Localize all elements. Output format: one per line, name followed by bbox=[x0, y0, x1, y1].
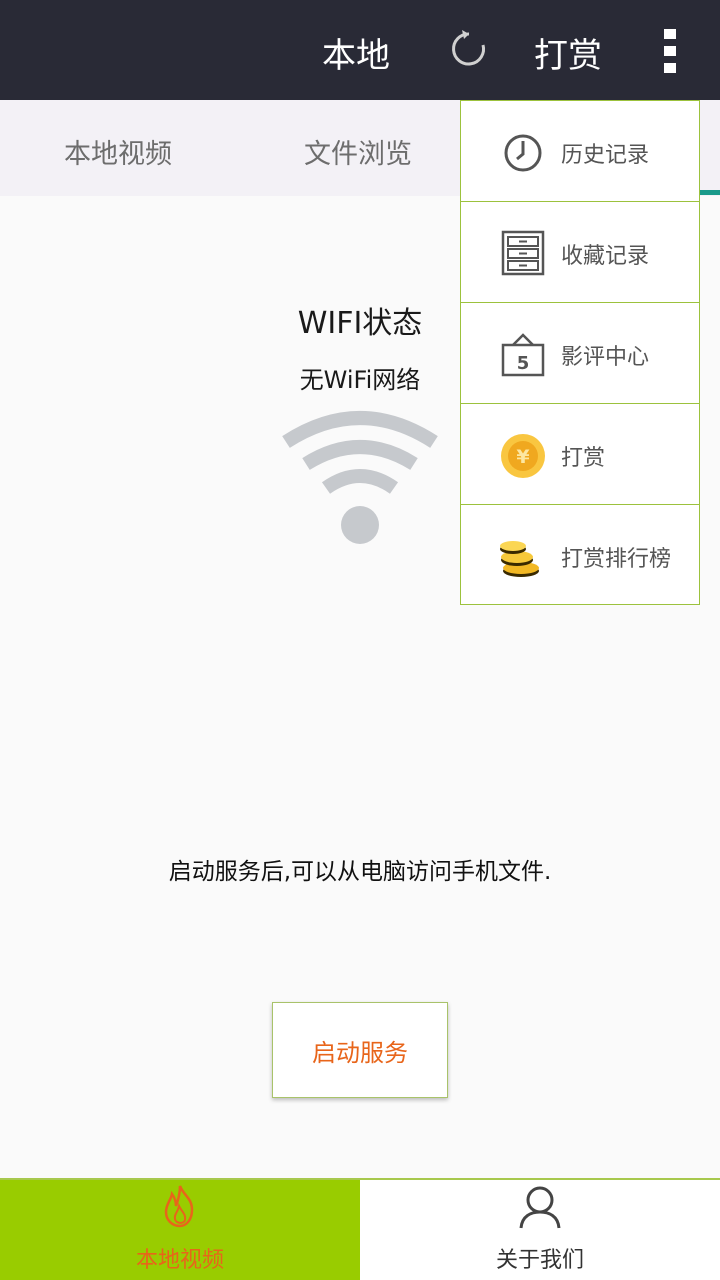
person-icon bbox=[519, 1186, 561, 1229]
menu-item-label: 打赏 bbox=[561, 446, 606, 471]
refresh-icon[interactable] bbox=[448, 28, 490, 70]
menu-item-reward-ranking[interactable]: 打赏排行榜 bbox=[461, 505, 699, 606]
bottom-nav: 本地视频 关于我们 bbox=[0, 1178, 720, 1280]
bottom-nav-label: 关于我们 bbox=[495, 1248, 584, 1273]
page-title: 本地 bbox=[322, 36, 390, 76]
menu-item-label: 影评中心 bbox=[561, 345, 650, 370]
yuan-glyph: ¥ bbox=[516, 446, 529, 468]
more-vertical-icon[interactable] bbox=[656, 28, 684, 74]
calendar-five-icon: 5 bbox=[501, 333, 545, 377]
menu-item-favorites[interactable]: 收藏记录 bbox=[461, 202, 699, 303]
tab-file-browse[interactable]: 文件浏览 bbox=[304, 132, 412, 171]
service-hint: 启动服务后,可以从电脑访问手机文件. bbox=[168, 859, 552, 885]
app-root: 本地 打赏 本地视频 文件浏览 WIFI状态 无WiFi网络 启动服务后,可以从… bbox=[0, 0, 720, 1280]
wifi-icon bbox=[282, 411, 438, 544]
top-action-bar: 本地 打赏 bbox=[0, 0, 720, 100]
menu-item-label: 打赏排行榜 bbox=[561, 547, 672, 572]
coin-yuan-icon: ¥ bbox=[501, 434, 545, 478]
reward-button[interactable]: 打赏 bbox=[534, 28, 602, 77]
cabinet-icon bbox=[501, 230, 545, 276]
bottom-nav-about-us[interactable]: 关于我们 bbox=[360, 1180, 720, 1280]
tab-local-video[interactable]: 本地视频 bbox=[64, 132, 172, 171]
start-service-button[interactable]: 启动服务 bbox=[272, 1002, 448, 1098]
calendar-badge: 5 bbox=[517, 353, 530, 374]
bottom-nav-label: 本地视频 bbox=[135, 1248, 224, 1273]
menu-item-label: 历史记录 bbox=[561, 143, 650, 168]
bottom-nav-local-video[interactable]: 本地视频 bbox=[0, 1180, 360, 1280]
clock-icon bbox=[504, 134, 542, 172]
overflow-menu: 历史记录 收藏记录 5 影评中心 ¥ 打赏 打赏排行榜 bbox=[460, 100, 700, 605]
menu-item-label: 收藏记录 bbox=[561, 244, 650, 269]
coin-stack-icon bbox=[500, 541, 539, 577]
menu-item-reward[interactable]: ¥ 打赏 bbox=[461, 404, 699, 505]
menu-item-reviews[interactable]: 5 影评中心 bbox=[461, 303, 699, 404]
flame-icon bbox=[164, 1185, 194, 1228]
menu-item-history[interactable]: 历史记录 bbox=[461, 101, 699, 202]
